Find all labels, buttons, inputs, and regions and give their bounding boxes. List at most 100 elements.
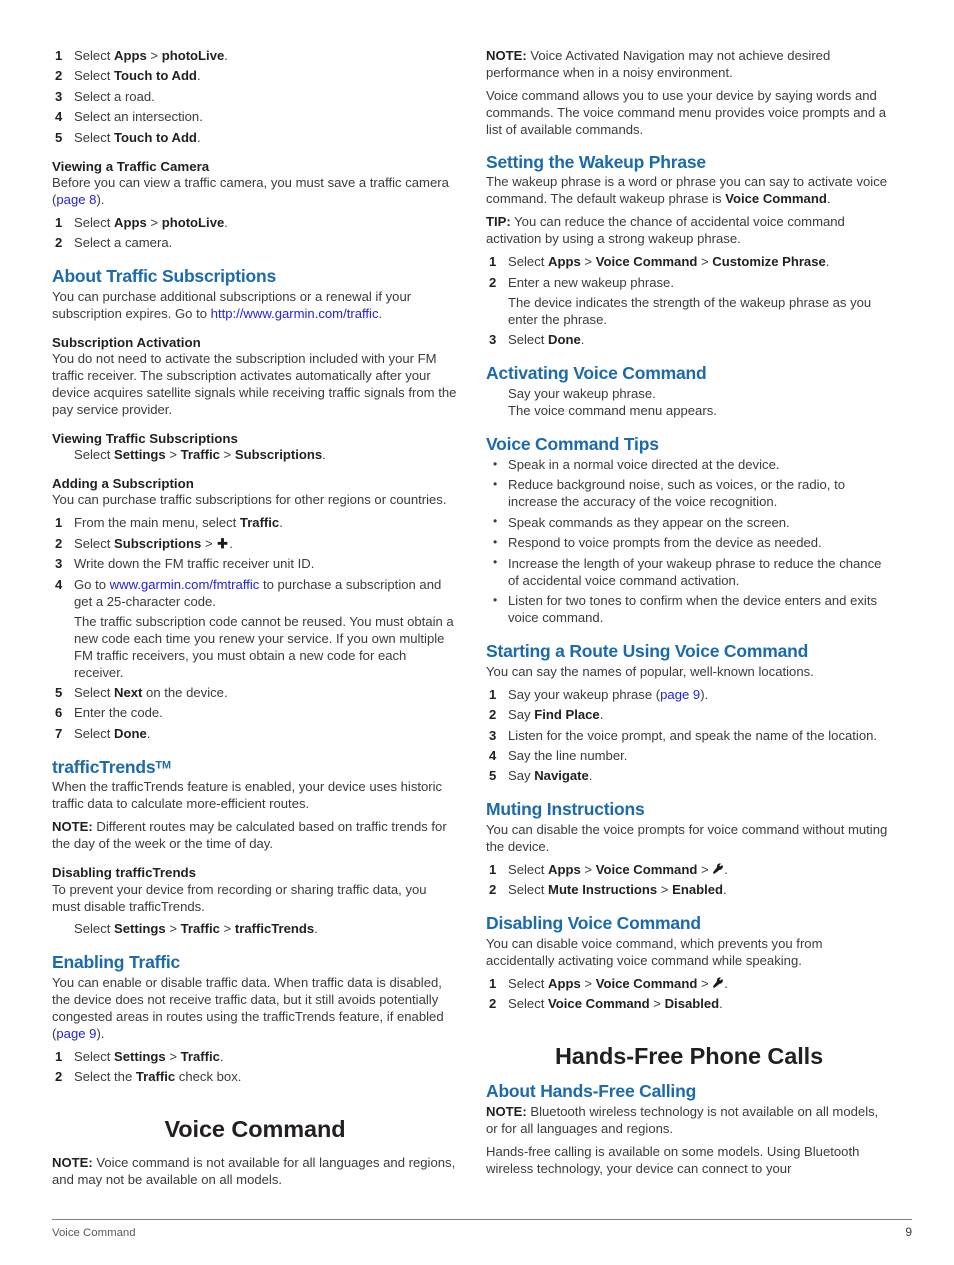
- list-item: Say Navigate.: [486, 768, 892, 785]
- heading-about-hands-free-calling: About Hands-Free Calling: [486, 1081, 697, 1102]
- ui-term: Traffic: [135, 1069, 176, 1085]
- separator: >: [165, 1048, 181, 1064]
- separator: >: [219, 447, 235, 463]
- heading-traffictrends: trafficTrendsTM: [52, 756, 458, 778]
- paragraph-muting-instructions: You can disable the voice prompts for vo…: [486, 822, 888, 854]
- paragraph-text-end: ).: [96, 192, 105, 207]
- page-reference-link[interactable]: page 9: [660, 687, 700, 702]
- heading-disabling-voice-command: Disabling Voice Command: [486, 913, 701, 934]
- ui-term: Subscriptions: [234, 447, 323, 463]
- step-note: The traffic subscription code cannot be …: [74, 613, 454, 680]
- step-text-end: .: [196, 68, 201, 84]
- paragraph-voice-nav-note: NOTE: Voice Activated Navigation may not…: [486, 48, 892, 82]
- paragraph-traffictrends-note: NOTE: Different routes may be calculated…: [52, 819, 458, 853]
- list-item: Write down the FM traffic receiver unit …: [52, 556, 458, 573]
- step-text-end: .: [724, 975, 728, 991]
- paragraph-subscription-activation: You do not need to activate the subscrip…: [52, 351, 457, 417]
- step-text: Write down the FM traffic receiver unit …: [74, 556, 315, 572]
- step-note: The device indicates the strength of the…: [508, 294, 872, 327]
- heading-text: trafficTrends: [52, 756, 156, 777]
- step-text-end: .: [580, 331, 585, 347]
- heading-setting-wakeup-phrase: Setting the Wakeup Phrase: [486, 151, 706, 172]
- fmtraffic-url-link[interactable]: www.garmin.com/fmtraffic: [110, 577, 260, 592]
- ui-term: Customize Phrase: [712, 254, 826, 270]
- ui-term: Disabled: [664, 996, 720, 1012]
- step-text: Select a road.: [74, 88, 155, 104]
- ui-term: Settings: [114, 1048, 166, 1064]
- separator: >: [649, 996, 665, 1012]
- paragraph-starting-route-intro: You can say the names of popular, well-k…: [486, 663, 814, 679]
- step-text-end: .: [724, 861, 728, 877]
- list-item: Enter the code.: [52, 705, 458, 722]
- ui-term: Traffic: [180, 447, 220, 463]
- garmin-traffic-url-link[interactable]: http://www.garmin.com/traffic: [211, 306, 379, 321]
- ui-term: photoLive: [161, 214, 225, 230]
- heading-starting-route-voice-command: Starting a Route Using Voice Command: [486, 641, 809, 662]
- ui-term: Voice Command: [548, 996, 650, 1012]
- step-text: Select: [74, 535, 115, 551]
- step-text-end: .: [723, 882, 727, 898]
- step-text-end: .: [599, 707, 604, 723]
- ui-term: Navigate: [534, 768, 589, 784]
- page-reference-link[interactable]: page 9: [56, 1026, 96, 1041]
- trademark-symbol: TM: [155, 759, 172, 772]
- heading-muting-instructions: Muting Instructions: [486, 799, 645, 820]
- ui-term: Next: [114, 685, 143, 700]
- note-text: Voice Activated Navigation may not achie…: [486, 48, 831, 80]
- list-item: Select an intersection.: [52, 109, 458, 126]
- right-column: NOTE: Voice Activated Navigation may not…: [486, 48, 892, 1186]
- list-item: Select Subscriptions > .: [52, 536, 458, 553]
- ui-term: Voice Command: [725, 191, 827, 207]
- step-text-end: .: [322, 447, 326, 463]
- manual-page: Select Apps > photoLive. Select Touch to…: [0, 0, 954, 1265]
- paragraph-activating-line-1: Say your wakeup phrase.: [508, 385, 656, 401]
- paragraph-disabling-traffictrends-step: Select Settings > Traffic > trafficTrend…: [52, 921, 458, 938]
- heading-enabling-traffic: Enabling Traffic: [52, 952, 181, 973]
- step-text: Select: [74, 214, 115, 230]
- step-text-end: .: [825, 254, 830, 270]
- footer-chapter-label: Voice Command: [52, 1227, 136, 1239]
- note-label: NOTE:: [52, 819, 93, 835]
- paragraph-text-end: .: [826, 191, 831, 207]
- paragraph-viewing-traffic-camera-intro: Before you can view a traffic camera, yo…: [52, 175, 458, 209]
- ui-term: photoLive: [161, 48, 225, 63]
- list-item: Select the Traffic check box.: [52, 1069, 458, 1086]
- paragraph-voice-command-note: NOTE: Voice command is not available for…: [52, 1155, 458, 1189]
- separator: >: [580, 254, 596, 270]
- list-item: Select Apps > photoLive.: [52, 48, 458, 65]
- photolive-steps-list: Select Apps > photoLive. Select Touch to…: [52, 48, 458, 147]
- heading-adding-a-subscription: Adding a Subscription: [52, 476, 194, 492]
- left-column: Select Apps > photoLive. Select Touch to…: [52, 48, 458, 1197]
- page-reference-link[interactable]: page 8: [56, 192, 96, 207]
- heading-activating-voice-command: Activating Voice Command: [486, 362, 707, 383]
- step-text: Select: [74, 725, 115, 741]
- note-text: Voice command is not available for all l…: [52, 1155, 456, 1188]
- ui-term: Traffic: [180, 921, 220, 937]
- heading-about-traffic-subscriptions: About Traffic Subscriptions: [52, 266, 277, 287]
- ui-term: Apps: [114, 214, 147, 230]
- ui-term: Apps: [548, 254, 581, 270]
- plus-icon: [216, 537, 229, 550]
- ui-term: Settings: [114, 447, 166, 463]
- step-text: Select: [74, 447, 115, 463]
- ui-term: Apps: [114, 48, 147, 63]
- list-item: Select Voice Command > Disabled.: [486, 996, 892, 1013]
- paragraph-enabling-traffic: You can enable or disable traffic data. …: [52, 975, 458, 1043]
- step-text-end: .: [279, 515, 283, 531]
- list-item: Select Settings > Traffic.: [52, 1049, 458, 1066]
- list-item: Speak commands as they appear on the scr…: [486, 514, 892, 532]
- step-text-end: .: [314, 921, 318, 937]
- separator: >: [697, 975, 713, 991]
- ui-term: Traffic: [239, 515, 280, 531]
- wrench-icon: [712, 977, 724, 990]
- list-item: Speak in a normal voice directed at the …: [486, 457, 892, 474]
- separator: >: [165, 447, 181, 463]
- ui-term: Done: [548, 331, 581, 347]
- enabling-traffic-steps-list: Select Settings > Traffic. Select the Tr…: [52, 1049, 458, 1086]
- ui-term: Voice Command: [595, 975, 698, 991]
- step-text: Select an intersection.: [74, 109, 203, 125]
- paragraph-adding-a-subscription-intro: You can purchase traffic subscriptions f…: [52, 492, 447, 508]
- step-text: Enter the code.: [74, 705, 163, 721]
- step-text: Enter a new wakeup phrase.: [508, 274, 674, 290]
- ui-term: Apps: [548, 861, 581, 877]
